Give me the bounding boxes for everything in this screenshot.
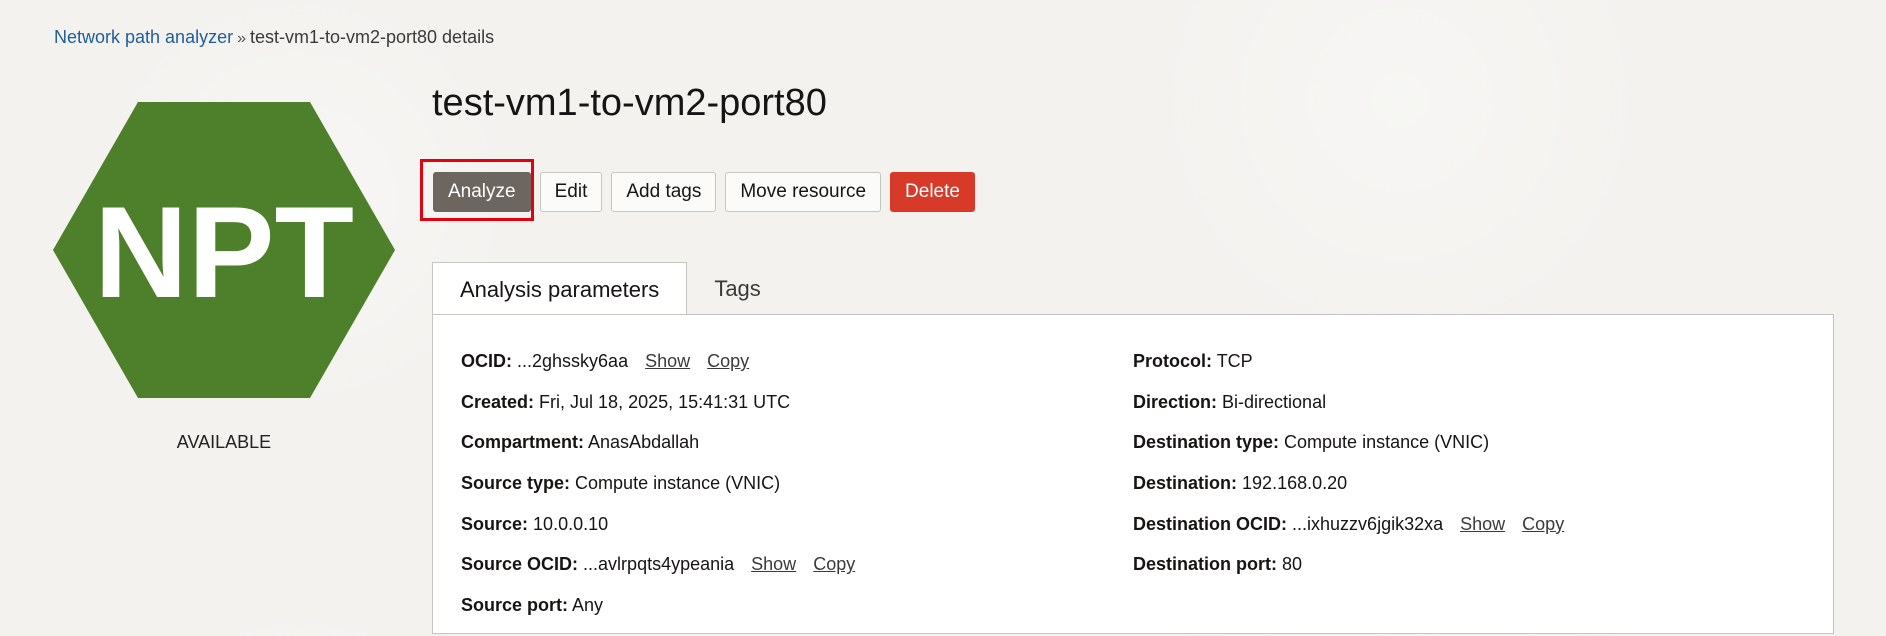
detail-key: Source port: xyxy=(461,595,569,616)
edit-button[interactable]: Edit xyxy=(539,172,603,212)
detail-value: TCP xyxy=(1216,351,1253,371)
detail-key: OCID: xyxy=(461,351,512,371)
detail-value: ...avlrpqts4ypeania xyxy=(583,554,735,575)
breadcrumb-current: test-vm1-to-vm2-port80 details xyxy=(250,27,495,47)
move-resource-button[interactable]: Move resource xyxy=(725,172,882,212)
detail-key: Source: xyxy=(461,513,529,534)
source-ocid-show-link[interactable]: Show xyxy=(751,554,796,574)
detail-key: Created: xyxy=(461,391,535,412)
page-title: test-vm1-to-vm2-port80 xyxy=(432,82,827,124)
detail-value: Fri, Jul 18, 2025, 15:41:31 UTC xyxy=(539,391,791,412)
destination-ocid-show-link[interactable]: Show xyxy=(1460,514,1505,534)
destination-ocid-copy-link[interactable]: Copy xyxy=(1522,514,1564,534)
breadcrumb-separator: » xyxy=(237,30,246,47)
tab-bar: Analysis parameters Tags xyxy=(432,262,788,316)
breadcrumb-link-network-path-analyzer[interactable]: Network path analyzer xyxy=(54,27,233,47)
tab-tags[interactable]: Tags xyxy=(687,262,787,315)
detail-value: 80 xyxy=(1282,554,1303,575)
detail-value: 10.0.0.10 xyxy=(533,513,609,534)
details-left-column: OCID: ...2ghssky6aa Show Copy Created: F… xyxy=(461,351,855,636)
detail-value: Compute instance (VNIC) xyxy=(1284,432,1490,453)
detail-key: Destination OCID: xyxy=(1133,513,1288,534)
source-ocid-copy-link[interactable]: Copy xyxy=(813,554,855,574)
detail-destination-type: Destination type: Compute instance (VNIC… xyxy=(1133,432,1564,473)
detail-created: Created: Fri, Jul 18, 2025, 15:41:31 UTC xyxy=(461,392,855,433)
detail-source-port: Source port: Any xyxy=(461,595,855,636)
detail-value: ...2ghssky6aa xyxy=(517,351,629,371)
delete-button[interactable]: Delete xyxy=(890,172,975,212)
tab-analysis-parameters[interactable]: Analysis parameters xyxy=(432,262,688,316)
detail-source-ocid: Source OCID: ...avlrpqts4ypeania Show Co… xyxy=(461,554,855,595)
detail-direction: Direction: Bi-directional xyxy=(1133,392,1564,433)
details-right-column: Protocol: TCP Direction: Bi-directional … xyxy=(1133,351,1564,595)
analyze-button[interactable]: Analyze xyxy=(433,172,531,212)
resource-hexagon-icon: NPT xyxy=(53,102,395,398)
ocid-copy-link[interactable]: Copy xyxy=(707,351,749,371)
detail-value: AnasAbdallah xyxy=(588,432,700,453)
detail-source: Source: 10.0.0.10 xyxy=(461,514,855,555)
details-panel: OCID: ...2ghssky6aa Show Copy Created: F… xyxy=(432,314,1834,634)
status-label: AVAILABLE xyxy=(176,432,272,452)
detail-source-type: Source type: Compute instance (VNIC) xyxy=(461,473,855,514)
detail-ocid: OCID: ...2ghssky6aa Show Copy xyxy=(461,351,855,392)
detail-key: Source type: xyxy=(461,473,571,494)
ocid-show-link[interactable]: Show xyxy=(645,351,690,371)
detail-value: 192.168.0.20 xyxy=(1242,473,1348,494)
detail-destination: Destination: 192.168.0.20 xyxy=(1133,473,1564,514)
detail-key: Source OCID: xyxy=(461,554,579,575)
breadcrumb: Network path analyzer» test-vm1-to-vm2-po… xyxy=(54,27,494,48)
detail-value: Compute instance (VNIC) xyxy=(575,473,781,494)
detail-value: ...ixhuzzv6jgik32xa xyxy=(1292,513,1444,534)
action-bar: Analyze Edit Add tags Move resource Dele… xyxy=(433,172,984,212)
detail-key: Protocol: xyxy=(1133,351,1212,371)
detail-value: Bi-directional xyxy=(1222,391,1327,412)
detail-protocol: Protocol: TCP xyxy=(1133,351,1564,392)
add-tags-button[interactable]: Add tags xyxy=(611,172,717,212)
detail-key: Destination: xyxy=(1133,473,1238,494)
detail-value: Any xyxy=(572,595,604,616)
detail-compartment: Compartment: AnasAbdallah xyxy=(461,432,855,473)
detail-key: Compartment: xyxy=(461,432,585,453)
detail-key: Direction: xyxy=(1133,391,1218,412)
detail-destination-port: Destination port: 80 xyxy=(1133,554,1564,595)
detail-destination-ocid: Destination OCID: ...ixhuzzv6jgik32xa Sh… xyxy=(1133,514,1564,555)
detail-key: Destination type: xyxy=(1133,432,1280,453)
detail-key: Destination port: xyxy=(1133,554,1277,575)
resource-icon-text: NPT xyxy=(94,179,354,325)
